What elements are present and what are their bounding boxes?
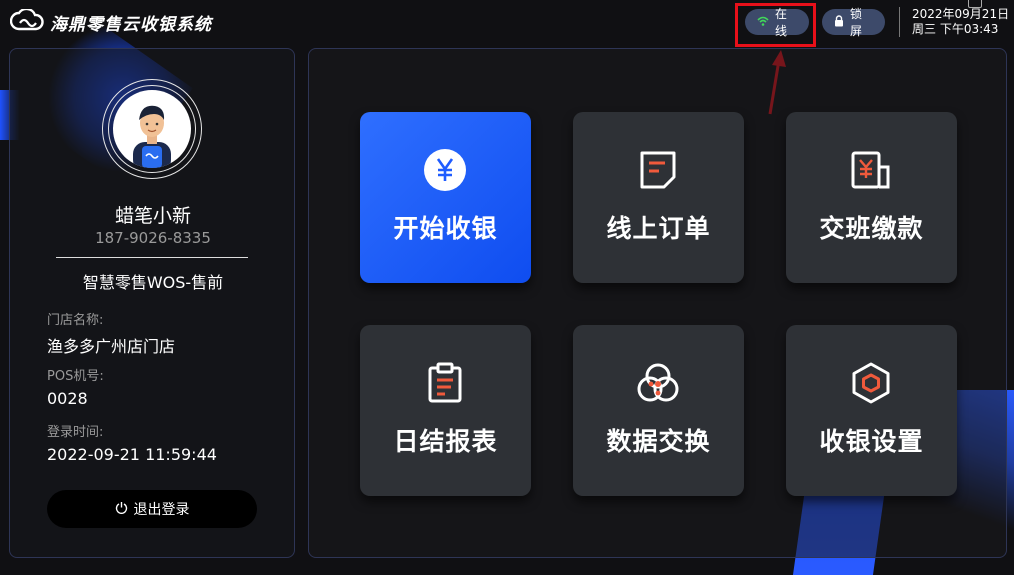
datetime: 2022年09月21日 周三 下午03:43 xyxy=(912,7,1009,37)
store-name-label: 门店名称: xyxy=(47,313,104,328)
clipboard-icon xyxy=(423,361,467,405)
store-name-value: 渔多多广州店门店 xyxy=(47,337,176,356)
tile-label: 收银设置 xyxy=(819,427,924,456)
fullscreen-icon[interactable] xyxy=(968,0,982,8)
checkout-settings-tile[interactable]: 收银设置 xyxy=(786,325,957,496)
daily-report-tile[interactable]: 日结报表 xyxy=(360,325,531,496)
start-checkout-tile[interactable]: 开始收银 xyxy=(360,112,531,283)
login-time-label: 登录时间: xyxy=(47,425,104,440)
tile-label: 线上订单 xyxy=(606,214,711,243)
document-icon xyxy=(636,148,680,192)
date-text: 2022年09月21日 xyxy=(912,7,1010,21)
organization-name: 智慧零售WOS-售前 xyxy=(82,273,224,292)
lock-screen-button[interactable]: 锁屏 xyxy=(822,7,885,38)
function-panel: 开始收银 线上订单 交班缴款 日结报表 数据交换 收银设置 xyxy=(308,48,1007,558)
hexagon-settings-icon xyxy=(849,361,893,405)
avatar xyxy=(113,90,191,168)
lock-screen-label: 锁屏 xyxy=(850,7,863,38)
tile-label: 数据交换 xyxy=(606,427,711,456)
user-info-panel: 蜡笔小新 187-9026-8335 智慧零售WOS-售前 门店名称: 渔多多广… xyxy=(9,48,295,558)
yen-coin-icon xyxy=(423,148,467,192)
brand: 海鼎零售云收银系统 xyxy=(9,7,212,36)
login-time-value: 2022-09-21 11:59:44 xyxy=(47,445,217,464)
cloud-logo-icon xyxy=(9,7,44,35)
pos-number-value: 0028 xyxy=(47,389,88,408)
power-icon xyxy=(115,501,128,518)
tile-label: 交班缴款 xyxy=(819,214,924,243)
pos-number-label: POS机号: xyxy=(47,369,104,384)
divider xyxy=(56,257,248,258)
yen-receipt-icon xyxy=(849,148,893,192)
logout-button[interactable]: 退出登录 xyxy=(47,490,257,528)
user-avatar-icon xyxy=(133,105,171,168)
tile-label: 日结报表 xyxy=(393,427,498,456)
tile-label: 开始收银 xyxy=(393,214,498,243)
lock-icon xyxy=(834,14,844,30)
header-divider xyxy=(899,7,900,37)
user-phone: 187-9026-8335 xyxy=(95,229,211,247)
app-title: 海鼎零售云收银系统 xyxy=(50,14,212,35)
user-name: 蜡笔小新 xyxy=(114,205,191,227)
online-orders-tile[interactable]: 线上订单 xyxy=(573,112,744,283)
top-bar: 海鼎零售云收银系统 在线 锁屏 2022年09月21日 周三 下午03:43 xyxy=(0,0,1014,115)
exchange-circles-icon xyxy=(636,361,680,405)
time-text: 周三 下午03:43 xyxy=(912,22,999,36)
shift-handover-tile[interactable]: 交班缴款 xyxy=(786,112,957,283)
highlight-box xyxy=(735,3,816,47)
logout-label: 退出登录 xyxy=(133,502,190,518)
data-exchange-tile[interactable]: 数据交换 xyxy=(573,325,744,496)
